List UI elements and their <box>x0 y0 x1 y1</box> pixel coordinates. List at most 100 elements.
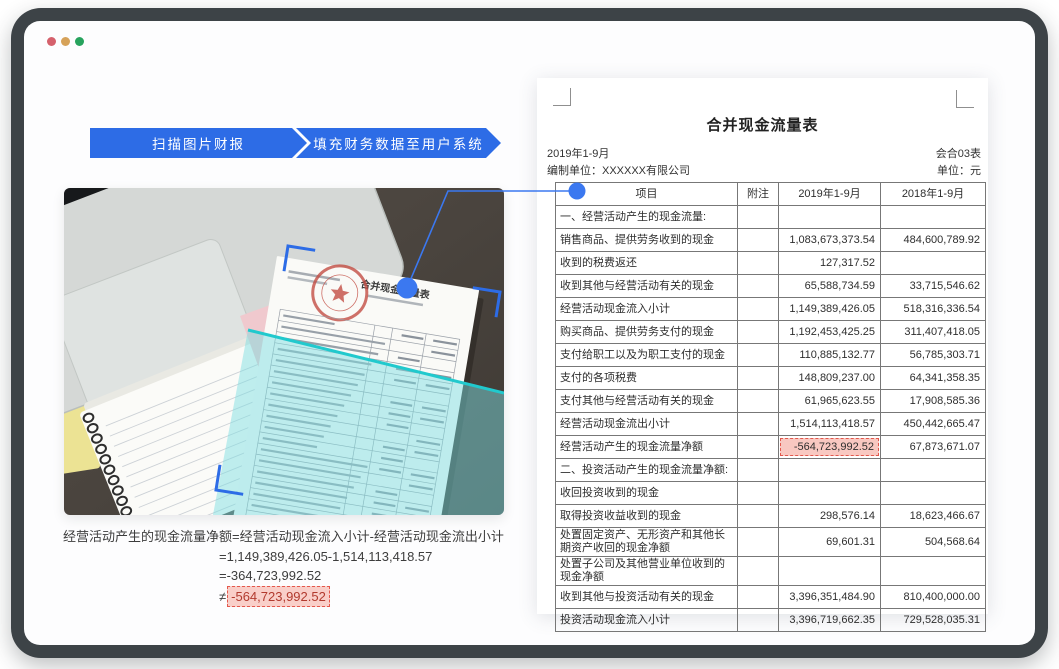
formula-line-3: =-364,723,992.52 <box>219 566 504 586</box>
cell-note <box>738 586 779 609</box>
cell-2018: 484,600,789.92 <box>881 229 986 252</box>
cell-item: 支付的各项税费 <box>556 367 738 390</box>
cell-2019: 110,885,132.77 <box>779 344 881 367</box>
table-row: 购买商品、提供劳务支付的现金1,192,453,425.25311,407,41… <box>556 321 986 344</box>
cell-2019: 69,601.31 <box>779 528 881 557</box>
app-window: 扫描图片财报 填充财务数据至用户系统 <box>24 21 1035 645</box>
cell-note <box>738 321 779 344</box>
sheet-title: 合并现金流量表 <box>537 114 988 135</box>
sheet-unit: 单位：元 <box>937 162 981 178</box>
cell-2019 <box>779 482 881 505</box>
cell-2018: 810,400,000.00 <box>881 586 986 609</box>
cell-2019: 1,083,673,373.54 <box>779 229 881 252</box>
cell-note <box>738 505 779 528</box>
minimize-button-icon[interactable] <box>61 37 70 46</box>
formula-note: 经营活动产生的现金流量净额=经营活动现金流入小计-经营活动现金流出小计 =1,1… <box>63 527 504 607</box>
cell-2019: 65,588,734.59 <box>779 275 881 298</box>
cell-note <box>738 229 779 252</box>
scan-photo-illustration: 合并现金流量表 <box>64 188 504 515</box>
cell-2018: 450,442,665.47 <box>881 413 986 436</box>
table-row: 取得投资收益收到的现金298,576.1418,623,466.67 <box>556 505 986 528</box>
table-row: 投资活动现金流入小计 3,396,719,662.35729,528,035.31 <box>556 609 986 632</box>
close-button-icon[interactable] <box>47 37 56 46</box>
cell-2019: 61,965,623.55 <box>779 390 881 413</box>
cell-2018: 17,908,585.36 <box>881 390 986 413</box>
sheet-form-no: 会合03表 <box>936 145 981 161</box>
cell-note <box>738 344 779 367</box>
table-row: 收到其他与投资活动有关的现金 3,396,351,484.90810,400,00… <box>556 586 986 609</box>
cell-2018: 33,715,546.62 <box>881 275 986 298</box>
cell-item: 处置子公司及其他营业单位收到的现金净额 <box>556 557 738 586</box>
window-controls <box>47 37 84 46</box>
cell-2018: 518,316,336.54 <box>881 298 986 321</box>
mismatched-value-highlight: -564,723,992.52 <box>227 586 330 608</box>
table-row: 经营活动现金流出小计1,514,113,418.57450,442,665.47 <box>556 413 986 436</box>
cell-item: 二、投资活动产生的现金流量净额: <box>556 459 738 482</box>
cell-note <box>738 206 779 229</box>
cell-2018: 729,528,035.31 <box>881 609 986 632</box>
cell-note <box>738 609 779 632</box>
sheet-period: 2019年1-9月 <box>547 145 609 161</box>
table-row: 处置固定资产、无形资产和其他长期资产收回的现金净额69,601.31504,56… <box>556 528 986 557</box>
cell-item: 收到的税费返还 <box>556 252 738 275</box>
table-row: 支付其他与经营活动有关的现金61,965,623.5517,908,585.36 <box>556 390 986 413</box>
cell-note <box>738 252 779 275</box>
cell-2019 <box>779 557 881 586</box>
flow-step-fill: 填充财务数据至用户系统 <box>296 128 501 158</box>
screenshot-stage: 扫描图片财报 填充财务数据至用户系统 <box>0 0 1059 669</box>
window-frame: 扫描图片财报 填充财务数据至用户系统 <box>11 8 1048 658</box>
cell-item: 取得投资收益收到的现金 <box>556 505 738 528</box>
cell-2019 <box>779 206 881 229</box>
cell-2019: 1,149,389,426.05 <box>779 298 881 321</box>
cell-2018: 56,785,303.71 <box>881 344 986 367</box>
table-row: 处置子公司及其他营业单位收到的现金净额 <box>556 557 986 586</box>
formula-line-1: 经营活动产生的现金流量净额=经营活动现金流入小计-经营活动现金流出小计 <box>63 527 504 547</box>
cell-2018 <box>881 557 986 586</box>
not-equal-sign: ≠ <box>219 589 226 604</box>
cell-2018: 18,623,466.67 <box>881 505 986 528</box>
table-row: 支付给职工以及为职工支付的现金110,885,132.7756,785,303.… <box>556 344 986 367</box>
cell-item: 经营活动产生的现金流量净额 <box>556 436 738 459</box>
cell-note <box>738 482 779 505</box>
cell-2019: 3,396,719,662.35 <box>779 609 881 632</box>
cell-2018: 64,341,358.35 <box>881 367 986 390</box>
flow-step-scan: 扫描图片财报 <box>90 128 307 158</box>
cell-note <box>738 298 779 321</box>
table-row: 收到的税费返还 127,317.52 <box>556 252 986 275</box>
table-row: 销售商品、提供劳务收到的现金 1,083,673,373.54484,600,78… <box>556 229 986 252</box>
corner-mark-right-icon <box>956 90 974 108</box>
cell-note <box>738 367 779 390</box>
corner-mark-left-icon <box>553 88 571 106</box>
table-row: 二、投资活动产生的现金流量净额: <box>556 459 986 482</box>
cell-2018 <box>881 252 986 275</box>
cashflow-sheet: 合并现金流量表 2019年1-9月 会合03表 编制单位：XXXXXX有限公司 … <box>537 78 988 614</box>
process-flow: 扫描图片财报 填充财务数据至用户系统 <box>90 128 500 158</box>
cell-item: 销售商品、提供劳务收到的现金 <box>556 229 738 252</box>
sheet-prepared-by: 编制单位：XXXXXX有限公司 <box>547 162 690 178</box>
scan-photo: 合并现金流量表 <box>64 188 504 515</box>
cell-item: 收到其他与经营活动有关的现金 <box>556 275 738 298</box>
cell-2018 <box>881 206 986 229</box>
cell-note <box>738 275 779 298</box>
cell-2018: 67,873,671.07 <box>881 436 986 459</box>
header-2018: 2018年1-9月 <box>881 183 986 206</box>
formula-line-2: =1,149,389,426.05-1,514,113,418.57 <box>219 547 504 567</box>
cell-2019: 1,192,453,425.25 <box>779 321 881 344</box>
table-row: 经营活动现金流入小计1,149,389,426.05518,316,336.54 <box>556 298 986 321</box>
header-item: 项目 <box>556 183 738 206</box>
fullscreen-button-icon[interactable] <box>75 37 84 46</box>
cell-item: 经营活动现金流出小计 <box>556 413 738 436</box>
header-note: 附注 <box>738 183 779 206</box>
cell-item: 收到其他与投资活动有关的现金 <box>556 586 738 609</box>
cell-item: 一、经营活动产生的现金流量: <box>556 206 738 229</box>
cell-note <box>738 413 779 436</box>
cell-2018: 311,407,418.05 <box>881 321 986 344</box>
highlighted-error-value: -564,723,992.52 <box>780 438 879 456</box>
cell-2019: 148,809,237.00 <box>779 367 881 390</box>
cell-2019: -564,723,992.52 <box>779 436 881 459</box>
cell-item: 投资活动现金流入小计 <box>556 609 738 632</box>
cell-note <box>738 459 779 482</box>
table-row: 一、经营活动产生的现金流量: <box>556 206 986 229</box>
cell-2019: 127,317.52 <box>779 252 881 275</box>
cell-2019: 3,396,351,484.90 <box>779 586 881 609</box>
